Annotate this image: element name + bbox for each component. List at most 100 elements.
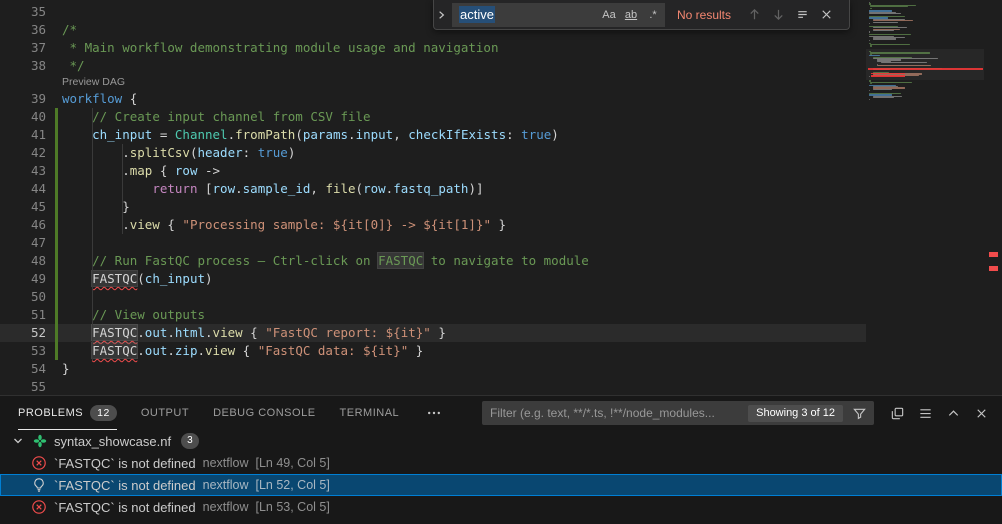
code-token: Channel xyxy=(175,127,228,142)
code-token: { xyxy=(152,163,175,178)
code-token: . xyxy=(205,325,213,340)
code-line-47[interactable]: 47 xyxy=(0,234,866,252)
line-number[interactable]: 46 xyxy=(0,216,46,234)
code-token: FASTQC xyxy=(378,253,423,268)
find-input[interactable]: active Aa ab .* xyxy=(452,3,665,27)
line-number[interactable]: 52 xyxy=(0,324,46,342)
problem-source: nextflow xyxy=(203,456,249,470)
code-line-52[interactable]: 52 FASTQC.out.html.view { "FastQC report… xyxy=(0,324,866,342)
code-token: ) xyxy=(288,145,296,160)
code-line-39[interactable]: 39workflow { xyxy=(0,90,866,108)
line-number[interactable]: 44 xyxy=(0,180,46,198)
code-line-46[interactable]: 46 .view { "Processing sample: ${it[0]} … xyxy=(0,216,866,234)
line-number[interactable]: 51 xyxy=(0,306,46,324)
problems-filter-input[interactable]: Filter (e.g. text, **/*.ts, !**/node_mod… xyxy=(482,401,874,425)
chevron-down-icon[interactable] xyxy=(10,433,26,449)
problem-row[interactable]: `FASTQC` is not definednextflow[Ln 53, C… xyxy=(0,496,1002,518)
vscode-window: 3536 /* 37 * Main workflow demonstrating m… xyxy=(0,0,1002,524)
tab-problems[interactable]: PROBLEMS 12 xyxy=(18,396,117,430)
line-number[interactable]: 42 xyxy=(0,144,46,162)
arrow-up-icon xyxy=(747,7,762,22)
line-number[interactable]: 37 xyxy=(0,39,46,57)
line-number[interactable]: 55 xyxy=(0,378,46,396)
code-token: } xyxy=(408,343,423,358)
code-token: /* xyxy=(62,22,77,37)
line-number[interactable]: 50 xyxy=(0,288,46,306)
whole-word-button[interactable]: ab xyxy=(621,5,641,25)
minimap-line xyxy=(870,44,910,45)
code-token: * Main workflow demonstrating module usa… xyxy=(62,40,499,55)
code-line-42[interactable]: 42 .splitCsv(header: true) xyxy=(0,144,866,162)
code-token xyxy=(62,127,92,142)
problems-file-row[interactable]: syntax_showcase.nf 3 xyxy=(0,430,1002,452)
line-number[interactable]: 40 xyxy=(0,108,46,126)
code-token: true xyxy=(521,127,551,142)
line-number[interactable]: 41 xyxy=(0,126,46,144)
view-as-table-icon[interactable] xyxy=(914,402,936,424)
line-number[interactable]: 45 xyxy=(0,198,46,216)
code-token xyxy=(62,109,92,124)
filter-placeholder: Filter (e.g. text, **/*.ts, !**/node_mod… xyxy=(490,406,742,420)
maximize-panel-icon[interactable] xyxy=(942,402,964,424)
code-token: -> xyxy=(197,163,220,178)
code-token: to navigate to module xyxy=(423,253,589,268)
close-find-button[interactable] xyxy=(816,4,837,25)
problem-row[interactable]: `FASTQC` is not definednextflow[Ln 52, C… xyxy=(0,474,1002,496)
toggle-replace-button[interactable] xyxy=(434,0,449,29)
match-case-button[interactable]: Aa xyxy=(599,5,619,25)
code-token: . xyxy=(137,325,145,340)
line-number[interactable]: 35 xyxy=(0,3,46,21)
regex-button[interactable]: .* xyxy=(643,5,663,25)
collapse-all-icon[interactable] xyxy=(886,402,908,424)
line-number[interactable]: 53 xyxy=(0,342,46,360)
tab-label: PROBLEMS xyxy=(18,407,83,419)
code-line-37[interactable]: 37 * Main workflow demonstrating module … xyxy=(0,39,866,57)
code-line-44[interactable]: 44 return [row.sample_id, file(row.fastq… xyxy=(0,180,866,198)
minimap-line xyxy=(870,52,930,53)
panel-more-actions-icon[interactable] xyxy=(423,402,445,424)
code-line-43[interactable]: 43 .map { row -> xyxy=(0,162,866,180)
tab-output[interactable]: OUTPUT xyxy=(141,396,189,430)
problem-row[interactable]: `FASTQC` is not definednextflow[Ln 49, C… xyxy=(0,452,1002,474)
line-number[interactable]: 54 xyxy=(0,360,46,378)
find-query: active xyxy=(459,6,495,24)
problem-message: `FASTQC` is not defined xyxy=(54,478,196,493)
code-line-41[interactable]: 41 ch_input = Channel.fromPath(params.in… xyxy=(0,126,866,144)
filter-icon[interactable] xyxy=(849,403,869,423)
code-line-53[interactable]: 53 FASTQC.out.zip.view { "FastQC data: $… xyxy=(0,342,866,360)
line-number[interactable]: 39 xyxy=(0,90,46,108)
tab-terminal[interactable]: TERMINAL xyxy=(340,396,400,430)
line-number[interactable]: 49 xyxy=(0,270,46,288)
find-in-selection-button[interactable] xyxy=(792,4,813,25)
line-number[interactable]: 47 xyxy=(0,234,46,252)
next-match-button[interactable] xyxy=(768,4,789,25)
problems-count-badge: 12 xyxy=(90,405,117,422)
code-line-54[interactable]: 54} xyxy=(0,360,866,378)
codelens-preview-dag[interactable]: Preview DAG xyxy=(62,73,125,88)
indent-guide xyxy=(122,144,123,234)
git-gutter-added-indicator xyxy=(55,108,58,360)
close-panel-icon[interactable] xyxy=(970,402,992,424)
code-line-40[interactable]: 40 // Create input channel from CSV file xyxy=(0,108,866,126)
code-line-45[interactable]: 45 } xyxy=(0,198,866,216)
line-number[interactable]: 38 xyxy=(0,57,46,75)
line-number[interactable]: 48 xyxy=(0,252,46,270)
code-line-51[interactable]: 51 // View outputs xyxy=(0,306,866,324)
line-text: .view { "Processing sample: ${it[0]} -> … xyxy=(62,216,506,234)
code-token: */ xyxy=(62,58,85,73)
code-line-49[interactable]: 49 FASTQC(ch_input) xyxy=(0,270,866,288)
code-editor[interactable]: 3536 /* 37 * Main workflow demonstrating m… xyxy=(0,0,1002,395)
code-line-50[interactable]: 50 xyxy=(0,288,866,306)
line-number[interactable]: 36 xyxy=(0,21,46,39)
minimap[interactable] xyxy=(866,0,986,395)
line-number[interactable]: 43 xyxy=(0,162,46,180)
code-line-48[interactable]: 48 // Run FastQC process – Ctrl-click on… xyxy=(0,252,866,270)
code-line-38[interactable]: 38 */ xyxy=(0,57,866,75)
minimap-line xyxy=(869,13,901,14)
code-token: { xyxy=(122,91,137,106)
tab-debug-console[interactable]: DEBUG CONSOLE xyxy=(213,396,315,430)
previous-match-button[interactable] xyxy=(744,4,765,25)
code-line-55[interactable]: 55 xyxy=(0,378,866,396)
minimap-line xyxy=(869,23,870,24)
code-token: [ xyxy=(197,181,212,196)
